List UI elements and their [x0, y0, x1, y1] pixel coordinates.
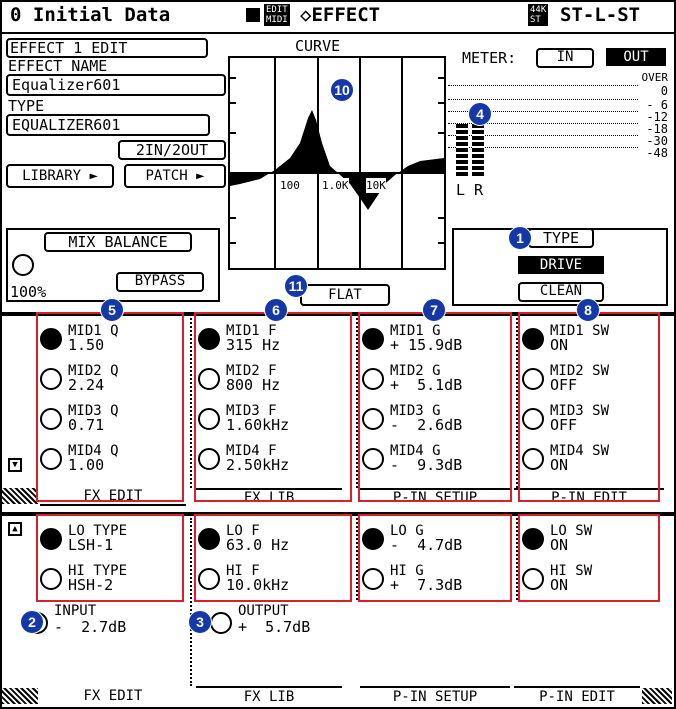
effect-edit-title: EFFECT 1 EDIT: [6, 38, 208, 58]
flat-button[interactable]: FLAT: [300, 284, 390, 306]
patch-button[interactable]: PATCH ►: [124, 164, 226, 188]
callout-box-8-lower: [518, 514, 660, 602]
meter-label: METER:: [462, 49, 517, 67]
output-label: OUTPUT: [238, 603, 289, 619]
callout-badge-8: 8: [576, 298, 600, 322]
freq-label-10k: 10K: [366, 178, 386, 193]
tab-pin-setup-lower[interactable]: P-IN SETUP: [360, 686, 510, 705]
sample-rate-indicator: 44K ST: [528, 4, 549, 26]
scene-title: 0 Initial Data: [10, 4, 171, 26]
input-label: INPUT: [54, 603, 97, 619]
mix-balance-title: MIX BALANCE: [44, 232, 192, 252]
library-button[interactable]: LIBRARY ►: [6, 164, 114, 188]
effect-name-field[interactable]: Equalizer601: [6, 74, 226, 96]
meter-scale-0: 0: [660, 84, 668, 98]
callout-badge-1: 1: [508, 226, 532, 250]
mix-balance-knob-icon[interactable]: [12, 254, 34, 276]
freq-label-1k: 1.0K: [322, 178, 349, 193]
callout-box-5-lower: [36, 514, 184, 602]
callout-box-5: [36, 312, 184, 502]
edit-midi-indicator: EDIT MIDI: [264, 4, 290, 26]
meter-bar-left: [456, 124, 468, 176]
meter-scale-48: -48: [646, 146, 668, 160]
meter-out-button[interactable]: OUT: [606, 48, 666, 66]
effect-name-label: EFFECT NAME: [8, 57, 108, 75]
callout-badge-11: 11: [284, 274, 308, 298]
effect-type-field[interactable]: EQUALIZER601: [6, 114, 210, 136]
lower-tab-bar: FX EDIT FX LIB P-IN SETUP P-IN EDIT: [2, 686, 674, 705]
callout-badge-5: 5: [100, 298, 124, 322]
meter-scale-over: OVER: [641, 71, 669, 84]
io-config-display: 2IN/2OUT: [118, 140, 226, 160]
bypass-button[interactable]: BYPASS: [116, 272, 204, 292]
callout-box-6: [194, 312, 352, 502]
freq-label-100: 100: [280, 178, 300, 193]
callout-box-7: [358, 312, 512, 502]
output-value: + 5.7dB: [238, 618, 311, 636]
callout-badge-3: 3: [188, 610, 212, 634]
meter-bar-right: [472, 124, 484, 176]
meter-label-l: L: [456, 181, 466, 199]
meter-label-r: R: [474, 181, 484, 199]
mix-balance-value: 100%: [10, 283, 47, 301]
input-value: - 2.7dB: [54, 618, 127, 636]
header-divider: [2, 32, 674, 34]
callout-badge-4: 4: [468, 102, 492, 126]
effect-type-label: TYPE: [8, 97, 45, 115]
curve-title: CURVE: [295, 37, 341, 55]
edit-indicator-icon: [246, 8, 260, 22]
config-title: ST-L-ST: [560, 4, 641, 26]
type-panel-title: TYPE: [528, 228, 594, 248]
meter-in-button[interactable]: IN: [536, 48, 594, 68]
callout-box-6-lower: [194, 514, 352, 602]
callout-badge-6: 6: [264, 298, 288, 322]
callout-badge-2: 2: [20, 610, 44, 634]
callout-badge-7: 7: [422, 298, 446, 322]
scroll-down-icon[interactable]: ▼: [8, 458, 22, 472]
output-knob-icon[interactable]: [210, 612, 232, 634]
callout-badge-10: 10: [330, 78, 354, 102]
scroll-up-icon[interactable]: ▲: [8, 522, 22, 536]
tab-pin-edit-lower[interactable]: P-IN EDIT: [514, 686, 640, 705]
tab-fx-lib-lower[interactable]: FX LIB: [196, 686, 342, 705]
level-meter: OVER 0 - 6 -12 -18 -30 -48 L R: [448, 70, 670, 198]
callout-box-7-lower: [358, 514, 512, 602]
screen-title: ◇EFFECT: [300, 4, 381, 26]
callout-box-8: [518, 312, 660, 502]
tab-fx-edit-lower[interactable]: FX EDIT: [40, 688, 186, 704]
drive-button[interactable]: DRIVE: [518, 256, 604, 274]
